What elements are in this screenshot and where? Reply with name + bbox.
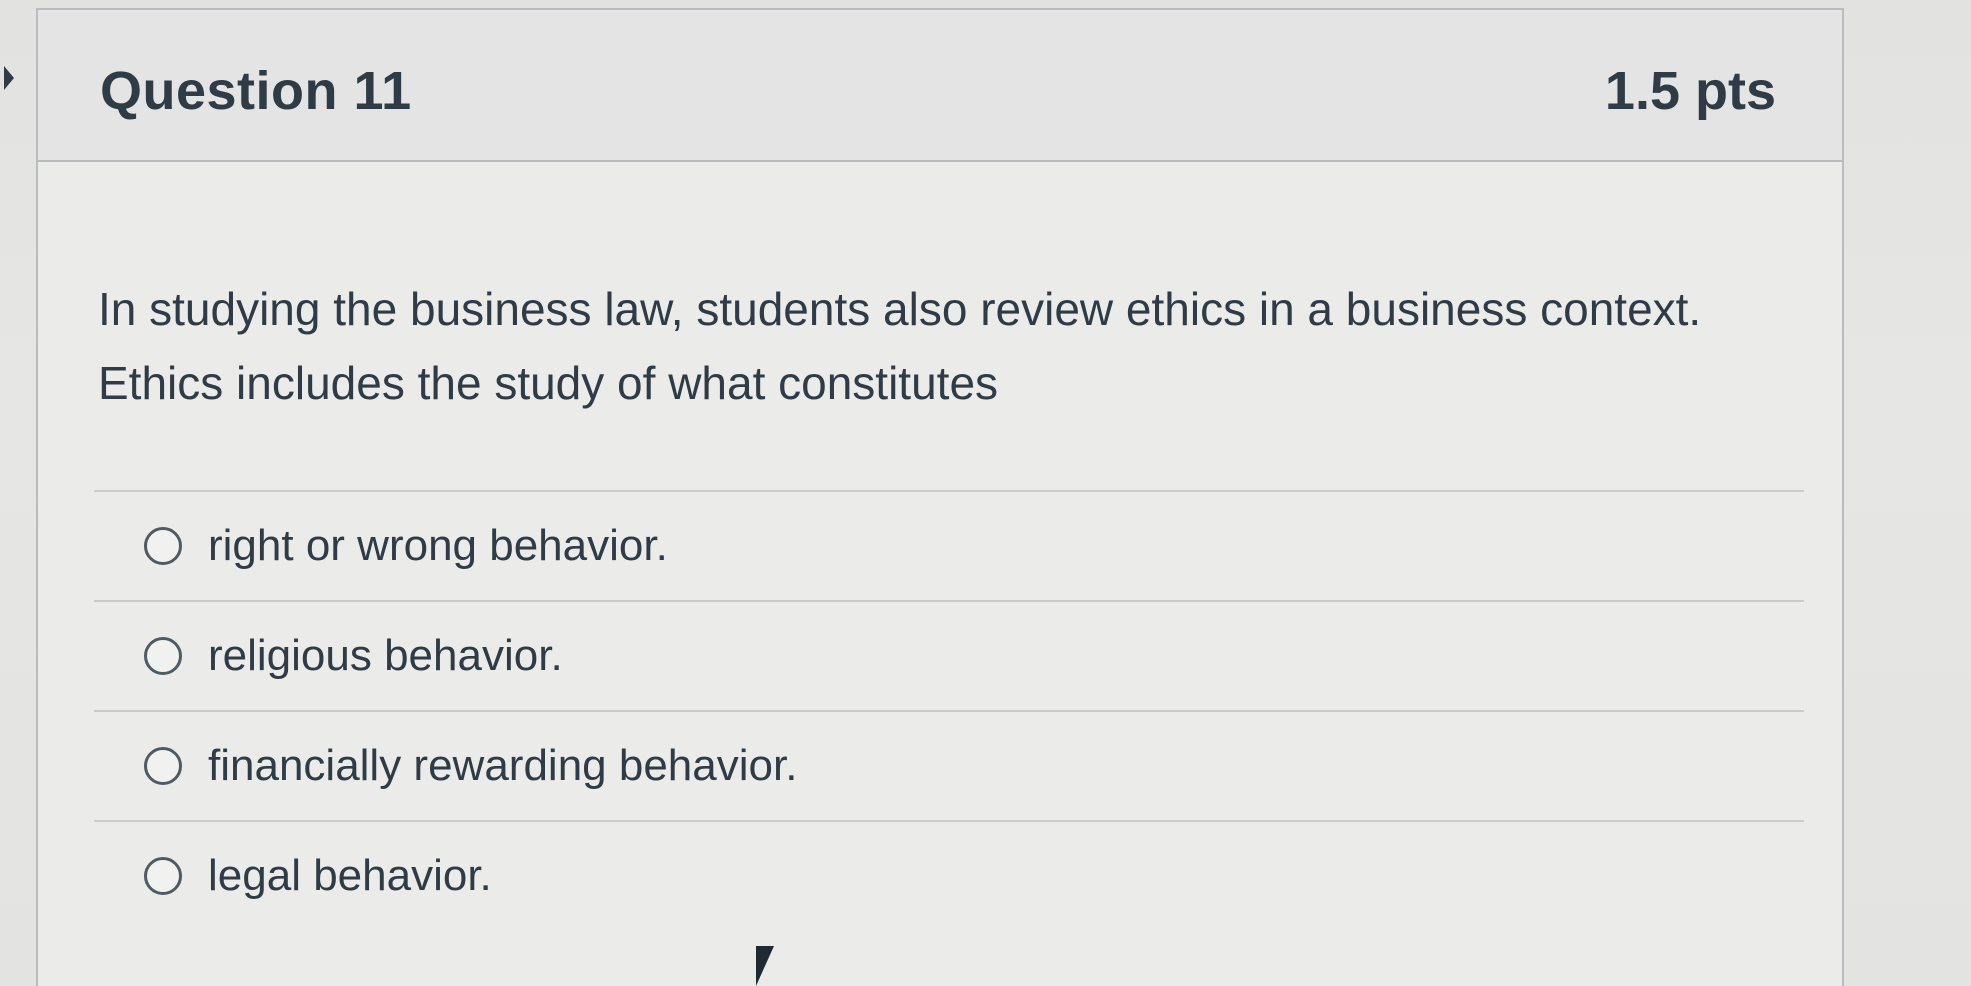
question-points: 1.5 pts [1604, 61, 1776, 121]
answer-option-1[interactable]: right or wrong behavior. [94, 492, 1804, 600]
question-text: In studying the business law, students a… [98, 283, 1702, 409]
answer-option-2[interactable]: religious behavior. [94, 602, 1804, 710]
collapse-arrow-icon[interactable] [4, 66, 14, 90]
answer-label[interactable]: religious behavior. [208, 631, 563, 681]
answer-label[interactable]: legal behavior. [208, 851, 492, 901]
answer-label[interactable]: financially rewarding behavior. [208, 741, 797, 791]
mouse-pointer-icon [756, 946, 774, 986]
question-title: Question 11 [100, 61, 412, 121]
radio-unselected-icon[interactable] [144, 857, 182, 895]
radio-unselected-icon[interactable] [144, 637, 182, 675]
answer-option-3[interactable]: financially rewarding behavior. [94, 712, 1804, 820]
radio-unselected-icon[interactable] [144, 527, 182, 565]
answer-option-4[interactable]: legal behavior. [94, 822, 1804, 930]
answer-label[interactable]: right or wrong behavior. [208, 521, 668, 571]
question-card: Question 11 1.5 pts In studying the busi… [36, 8, 1844, 986]
quiz-page: Question 11 1.5 pts In studying the busi… [0, 0, 1971, 986]
radio-unselected-icon[interactable] [144, 747, 182, 785]
answer-list: right or wrong behavior. religious behav… [94, 490, 1804, 930]
question-header: Question 11 1.5 pts [38, 10, 1842, 162]
